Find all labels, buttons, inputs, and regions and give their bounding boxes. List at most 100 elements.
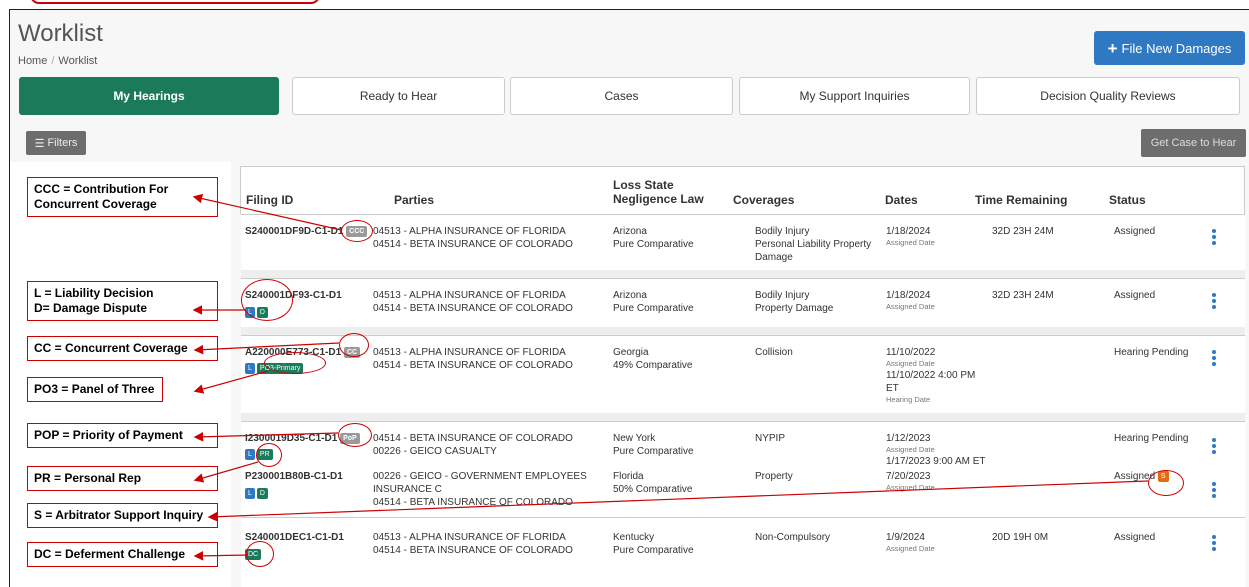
dates-cell: 1/9/2024 Assigned Date — [886, 531, 935, 554]
kebab-menu-icon[interactable] — [1212, 482, 1216, 500]
screen-border-top — [9, 9, 1249, 10]
tab-my-hearings[interactable]: My Hearings — [19, 77, 279, 115]
state: Arizona — [613, 226, 647, 237]
loss-state-cell: New York Pure Comparative — [613, 432, 694, 458]
breadcrumb-worklist: Worklist — [58, 55, 98, 67]
col-dates[interactable]: Dates — [885, 193, 918, 207]
legend-cc: CC = Concurrent Coverage — [27, 336, 218, 361]
assigned-date: 11/10/2022 — [886, 347, 936, 358]
table-row[interactable]: S240001DF9D-C1-D1 CCC 04513 - ALPHA INSU… — [241, 214, 1245, 270]
tab-decision-quality-reviews[interactable]: Decision Quality Reviews — [976, 77, 1240, 115]
assigned-date-label: Assigned Date — [886, 483, 935, 492]
kebab-menu-icon[interactable] — [1212, 229, 1216, 247]
legend-ccc: CCC = Contribution For Concurrent Covera… — [27, 177, 218, 217]
l-badge: L — [245, 488, 255, 500]
file-new-damages-button[interactable]: + File New Damages — [1094, 31, 1245, 65]
callout-ld — [241, 279, 293, 321]
status: Assigned — [1114, 226, 1156, 237]
kebab-menu-icon[interactable] — [1212, 293, 1216, 311]
dates-cell: 7/20/2023 Assigned Date — [886, 470, 935, 493]
breadcrumb: Home / Worklist — [18, 55, 97, 67]
col-parties[interactable]: Parties — [394, 193, 434, 207]
filing-id-text: I2300019D35-C1-D1 — [245, 433, 338, 444]
callout-pop — [338, 423, 372, 447]
loss-state-cell: Kentucky Pure Comparative — [613, 531, 694, 557]
callout-po3 — [264, 352, 326, 374]
party-1: 00226 - GEICO - GOVERNMENT EMPLOYEES — [373, 471, 587, 482]
negligence-law: Pure Comparative — [613, 545, 694, 556]
state: New York — [613, 433, 656, 444]
page-header: Worklist Home / Worklist + File New Damage… — [10, 10, 1249, 74]
coverage-1: Bodily Injury — [755, 290, 810, 301]
status: Hearing Pending — [1114, 433, 1189, 444]
filters-button[interactable]: ☰ Filters — [26, 131, 86, 155]
coverages-cell: Property — [755, 471, 793, 482]
parties-cell: 04513 - ALPHA INSURANCE OF FLORIDA 04514… — [373, 346, 573, 372]
party-1-cont: INSURANCE C — [373, 484, 442, 495]
filing-id-text: S240001DF9D-C1-D1 — [245, 226, 344, 237]
callout-cc — [339, 333, 369, 357]
tab-my-support-inquiries[interactable]: My Support Inquiries — [739, 77, 970, 115]
table-row[interactable]: S240001DF93-C1-D1 LD 04513 - ALPHA INSUR… — [241, 278, 1245, 327]
list-icon: ☰ — [34, 137, 45, 150]
dates-cell: 1/18/2024 Assigned Date — [886, 225, 935, 248]
col-time-remaining[interactable]: Time Remaining — [975, 193, 1067, 207]
coverages-cell: Bodily Injury Personal Liability Propert… — [755, 225, 871, 264]
row-separator — [241, 413, 1245, 421]
tab-cases[interactable]: Cases — [510, 77, 733, 115]
d-badge: D — [256, 488, 268, 500]
kebab-menu-icon[interactable] — [1212, 350, 1216, 368]
filing-id[interactable]: P230001B80B-C1-D1 — [245, 470, 343, 483]
loss-state-cell: Arizona Pure Comparative — [613, 225, 694, 251]
dates-cell: 1/12/2023 Assigned Date 1/17/2023 9:00 A… — [886, 432, 986, 468]
l-badge: L — [245, 449, 255, 461]
assigned-date-label: Assigned Date — [886, 544, 935, 553]
legend-dc: DC = Deferment Challenge — [27, 542, 218, 567]
col-coverages[interactable]: Coverages — [733, 193, 794, 207]
col-filing-id[interactable]: Filing ID — [246, 193, 293, 207]
col-status[interactable]: Status — [1109, 193, 1146, 207]
parties-cell: 04513 - ALPHA INSURANCE OF FLORIDA 04514… — [373, 531, 573, 557]
annotation-arc-top — [30, 0, 320, 4]
state: Kentucky — [613, 532, 655, 543]
time-remaining: 20D 19H 0M — [992, 532, 1049, 543]
badge-group: LD — [245, 485, 270, 503]
party-2: 04514 - BETA INSURANCE OF COLORADO — [373, 303, 573, 314]
dates-cell: 1/18/2024 Assigned Date — [886, 289, 935, 312]
party-2: 04514 - BETA INSURANCE OF COLORADO — [373, 497, 573, 508]
kebab-menu-icon[interactable] — [1212, 438, 1216, 456]
loss-state-cell: Georgia 49% Comparative — [613, 346, 692, 372]
col-loss-state-line1: Loss State — [613, 178, 674, 192]
party-1: 04513 - ALPHA INSURANCE OF FLORIDA — [373, 532, 566, 543]
get-case-to-hear-button[interactable]: Get Case to Hear — [1141, 129, 1246, 157]
assigned-date: 1/18/2024 — [886, 290, 931, 301]
time-remaining: 32D 23H 24M — [992, 226, 1054, 237]
table-row[interactable]: A220000E773-C1-D1 CC L PO3-Primary 04513 … — [241, 335, 1245, 413]
breadcrumb-home[interactable]: Home — [18, 55, 47, 67]
party-2: 04514 - BETA INSURANCE OF COLORADO — [373, 360, 573, 371]
row-separator — [241, 270, 1245, 278]
dates-cell: 11/10/2022 Assigned Date 11/10/2022 4:00… — [886, 346, 975, 405]
parties-cell: 00226 - GEICO - GOVERNMENT EMPLOYEES INS… — [373, 470, 587, 509]
callout-s — [1148, 470, 1184, 496]
party-1: 04513 - ALPHA INSURANCE OF FLORIDA — [373, 226, 566, 237]
tab-ready-to-hear[interactable]: Ready to Hear — [292, 77, 505, 115]
table-row[interactable]: P230001B80B-C1-D1 LD 00226 - GEICO - GOV… — [241, 466, 1245, 517]
parties-cell: 04514 - BETA INSURANCE OF COLORADO 00226… — [373, 432, 573, 458]
table-row[interactable]: S240001DEC1-C1-D1 DC 04513 - ALPHA INSUR… — [241, 517, 1245, 587]
coverages-cell: Collision — [755, 347, 793, 358]
assigned-date: 1/9/2024 — [886, 532, 925, 543]
assigned-date-label: Assigned Date — [886, 238, 935, 247]
negligence-law: Pure Comparative — [613, 303, 694, 314]
table-row[interactable]: I2300019D35-C1-D1 PoP L PR 04514 - BETA I… — [241, 421, 1245, 468]
party-2: 04514 - BETA INSURANCE OF COLORADO — [373, 545, 573, 556]
legend-ccc-line2: Concurrent Coverage — [34, 197, 157, 211]
col-loss-state-line2: Negligence Law — [613, 192, 704, 206]
time-remaining: 32D 23H 24M — [992, 290, 1054, 301]
coverages-cell: Bodily Injury Property Damage — [755, 289, 833, 315]
assigned-date-label: Assigned Date — [886, 359, 935, 368]
callout-ccc — [341, 220, 373, 242]
col-loss-state[interactable]: Loss State Negligence Law — [613, 178, 704, 206]
kebab-menu-icon[interactable] — [1212, 535, 1216, 553]
l-badge: L — [245, 363, 255, 375]
